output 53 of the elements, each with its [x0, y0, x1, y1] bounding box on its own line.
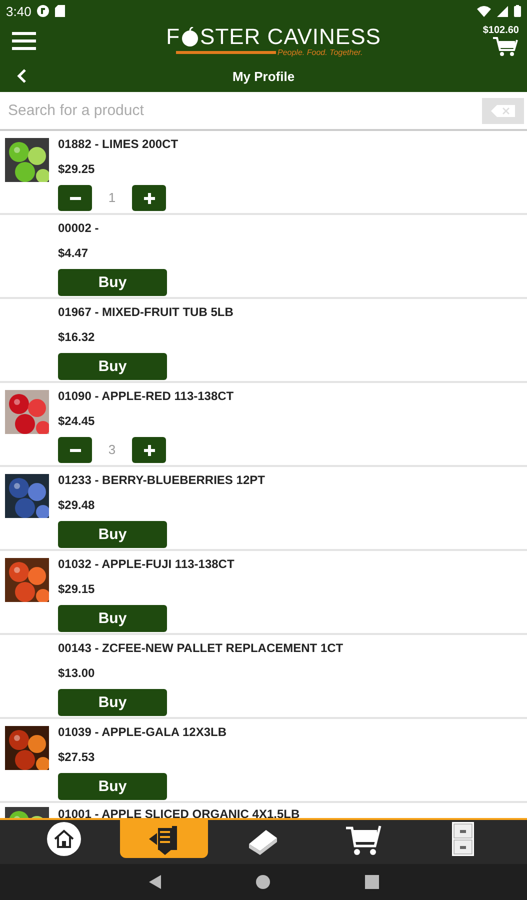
buy-button[interactable]: Buy	[58, 773, 167, 800]
logo-text: STER CAVINESS	[200, 26, 381, 48]
backspace-icon	[491, 104, 515, 116]
product-price: $16.32	[58, 330, 96, 344]
product-name: 01001 - APPLE SLICED ORGANIC 4X1.5LB	[58, 807, 300, 818]
recents-icon[interactable]	[364, 875, 378, 889]
back-icon[interactable]	[17, 68, 27, 84]
product-name: 01882 - LIMES 200CT	[58, 137, 178, 151]
product-price: $29.25	[58, 162, 96, 176]
sd-card-icon	[55, 5, 66, 17]
status-time: 3:40	[6, 4, 32, 18]
product-name: 01090 - APPLE-RED 113-138CT	[58, 389, 234, 403]
plus-button[interactable]	[132, 437, 166, 463]
plus-icon	[144, 444, 154, 456]
minus-icon	[70, 448, 80, 452]
home-icon[interactable]	[256, 875, 270, 889]
buy-button[interactable]: Buy	[58, 605, 167, 632]
buy-button[interactable]: Buy	[58, 689, 167, 716]
product-price: $4.47	[58, 246, 90, 260]
apple-icon	[181, 26, 200, 46]
buy-button[interactable]: Buy	[58, 353, 167, 380]
home-icon	[46, 822, 81, 856]
tab-button[interactable]	[120, 820, 208, 858]
back-icon[interactable]	[148, 875, 160, 889]
battery-icon	[514, 5, 521, 17]
product-name: 01032 - APPLE-FUJI 113-138CT	[58, 557, 234, 571]
page-title: My Profile	[232, 68, 295, 84]
notification-icon	[37, 5, 50, 17]
minus-button[interactable]	[58, 437, 92, 463]
buy-button[interactable]: Buy	[58, 269, 167, 296]
cart-total: $102.60	[482, 24, 519, 36]
product-name: 00143 - ZCFEE-NEW PALLET REPLACEMENT 1CT	[58, 641, 344, 655]
wifi-icon	[477, 6, 491, 16]
signal-icon	[497, 6, 508, 16]
plus-button[interactable]	[132, 185, 166, 211]
product-name: 00002 -	[58, 221, 100, 235]
logo-tagline: People. Food. Together.	[278, 48, 363, 56]
product-price: $13.00	[58, 666, 96, 680]
cabinet-icon	[452, 822, 474, 856]
product-price: $29.48	[58, 498, 96, 512]
product-price: $24.45	[58, 414, 96, 428]
logo-text: F	[166, 26, 180, 48]
product-price: $27.53	[58, 750, 96, 764]
buy-button[interactable]: Buy	[58, 521, 167, 548]
plus-icon	[144, 192, 154, 204]
menu-icon[interactable]	[12, 32, 36, 50]
product-price: $29.15	[58, 582, 96, 596]
minus-icon	[70, 196, 80, 200]
product-name: 01967 - MIXED-FRUIT TUB 5LB	[58, 305, 234, 319]
product-name: 01233 - BERRY-BLUEBERRIES 12PT	[58, 473, 265, 487]
cart-icon[interactable]	[493, 36, 519, 58]
product-name: 01039 - APPLE-GALA 12X3LB	[58, 725, 226, 739]
minus-button[interactable]	[58, 185, 92, 211]
